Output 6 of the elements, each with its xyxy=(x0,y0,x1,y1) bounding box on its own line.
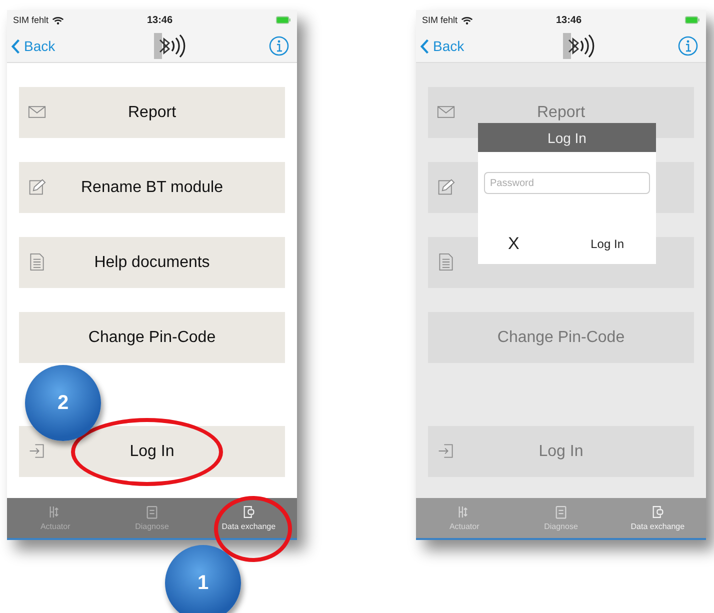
clock-text: 13:46 xyxy=(146,14,174,26)
carrier-text: SIM fehlt xyxy=(13,15,49,25)
step-badge: 1 xyxy=(165,545,241,613)
clock-text: 13:46 xyxy=(556,14,583,26)
carrier-text: SIM fehlt xyxy=(422,15,458,25)
dialog-title: Log In xyxy=(478,123,656,152)
